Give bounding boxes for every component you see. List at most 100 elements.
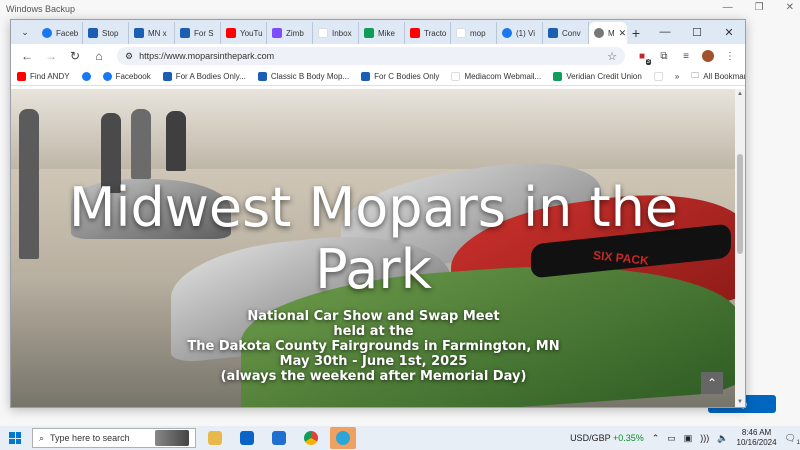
- bookmarks-right: » 🗀All Bookmarks: [675, 70, 745, 84]
- tab-label: (1) Vi: [516, 28, 535, 38]
- mopar-icon: [548, 28, 558, 38]
- profile-avatar[interactable]: [699, 47, 717, 65]
- browser-tab[interactable]: mop: [451, 22, 497, 44]
- folder-icon: 🗀: [691, 70, 700, 80]
- taskbar-backup[interactable]: [330, 427, 356, 449]
- browser-window: ⌄ Faceb Stop MN x For S YouTu Zimb Inbox Mike Tr…: [10, 19, 746, 408]
- scroll-to-top-button[interactable]: ⌃: [701, 372, 723, 394]
- maximize-button[interactable]: ☐: [681, 20, 713, 44]
- tab-label: Inbox: [332, 28, 352, 38]
- close-button[interactable]: ✕: [713, 20, 745, 44]
- start-button[interactable]: [4, 427, 26, 449]
- bookmark-label: Find ANDY: [30, 72, 70, 81]
- volume-icon[interactable]: 🔈: [717, 433, 728, 444]
- google-icon: [456, 28, 466, 38]
- taskbar-store[interactable]: [266, 427, 292, 449]
- close-icon[interactable]: ✕: [786, 2, 794, 13]
- browser-tab[interactable]: Mike: [359, 22, 405, 44]
- notifications-icon[interactable]: 🗨 1: [785, 433, 800, 446]
- hero-line: held at the: [333, 324, 414, 339]
- youtube-icon: [410, 28, 420, 38]
- tab-search-button[interactable]: ⌄: [15, 22, 35, 42]
- bookmark-item[interactable]: For A Bodies Only...: [162, 72, 246, 81]
- chevron-right-icon[interactable]: »: [675, 72, 679, 81]
- tab-label: Stop: [102, 28, 119, 38]
- restore-icon[interactable]: ❐: [755, 2, 764, 13]
- bookmark-item[interactable]: [653, 72, 663, 81]
- bookmark-item[interactable]: [81, 72, 91, 81]
- tab-label: For S: [194, 28, 214, 38]
- browser-tab[interactable]: Inbox: [313, 22, 359, 44]
- folder-icon: [208, 431, 222, 445]
- home-icon: ⌂: [95, 49, 103, 63]
- ticker-widget[interactable]: USD/GBP +0.35%: [570, 433, 644, 443]
- page-scrollbar[interactable]: ▲ ▼: [735, 89, 745, 407]
- youtube-icon: [226, 28, 236, 38]
- search-highlight-image: [155, 430, 189, 446]
- new-tab-button[interactable]: +: [627, 23, 645, 43]
- bookmark-label: Veridian Credit Union: [566, 72, 642, 81]
- extension-icon[interactable]: ■ 3: [633, 47, 651, 65]
- scroll-up-arrow-icon[interactable]: ▲: [735, 89, 745, 99]
- network-icon[interactable]: ▭: [667, 433, 676, 444]
- bookmark-item[interactable]: For C Bodies Only: [361, 72, 439, 81]
- taskbar-outlook[interactable]: [234, 427, 260, 449]
- mopar-icon: [88, 28, 98, 38]
- globe-icon: [594, 28, 604, 38]
- browser-toolbar: ← → ↻ ⌂ ⚙ https://www.moparsinthepark.co…: [11, 44, 745, 68]
- bookmark-item[interactable]: Facebook: [102, 72, 151, 81]
- browser-tab[interactable]: Conv: [543, 22, 589, 44]
- browser-tab[interactable]: Faceb: [37, 22, 83, 44]
- person-figure: [131, 109, 151, 179]
- browser-window-controls: — ☐ ✕: [649, 20, 745, 44]
- bookmark-star-icon[interactable]: ☆: [607, 50, 617, 63]
- bookmarks-list: Find ANDY Facebook For A Bodies Only... Cla…: [17, 72, 663, 81]
- notification-count: 1: [796, 439, 800, 446]
- reading-list-icon[interactable]: ≡: [677, 47, 695, 65]
- browser-tab[interactable]: MN x: [129, 22, 175, 44]
- home-button[interactable]: ⌂: [89, 46, 109, 66]
- chevron-up-icon[interactable]: ⌃: [652, 433, 660, 444]
- taskbar-chrome[interactable]: [298, 427, 324, 449]
- mopar-icon: [134, 28, 144, 38]
- ed-icon: [653, 72, 663, 81]
- wifi-icon[interactable]: ))): [700, 433, 709, 443]
- all-bookmarks-button[interactable]: 🗀All Bookmarks: [691, 70, 745, 84]
- zimbra-icon: [272, 28, 282, 38]
- menu-kebab-icon[interactable]: ⋮: [721, 47, 739, 65]
- bookmark-label: Facebook: [115, 72, 151, 81]
- chevron-down-icon: ⌄: [21, 26, 29, 37]
- back-button[interactable]: ←: [17, 46, 37, 66]
- extensions-puzzle-icon[interactable]: ⧉: [655, 47, 673, 65]
- bookmark-item[interactable]: Classic B Body Mop...: [257, 72, 350, 81]
- browser-tab[interactable]: Zimb: [267, 22, 313, 44]
- display-icon[interactable]: ▣: [684, 433, 693, 444]
- clock[interactable]: 8:46 AM 10/16/2024: [737, 428, 777, 448]
- scrollbar-thumb[interactable]: [737, 154, 743, 254]
- extension-badge: 3: [645, 59, 651, 65]
- veridian-icon: [553, 72, 563, 81]
- browser-tab[interactable]: Tracto: [405, 22, 451, 44]
- bookmark-item[interactable]: Veridian Credit Union: [553, 72, 642, 81]
- sheets-icon: [364, 28, 374, 38]
- taskbar: ⌕ Type here to search USD/GBP +0.35% ⌃ ▭…: [0, 426, 800, 450]
- minimize-button[interactable]: —: [649, 20, 681, 44]
- scroll-down-arrow-icon[interactable]: ▼: [735, 397, 745, 407]
- browser-tab[interactable]: M ✕: [589, 22, 627, 44]
- browser-tab[interactable]: For S: [175, 22, 221, 44]
- site-info-icon[interactable]: ⚙: [125, 51, 133, 62]
- taskbar-file-explorer[interactable]: [202, 427, 228, 449]
- taskbar-search[interactable]: ⌕ Type here to search: [32, 428, 196, 448]
- bookmark-item[interactable]: Find ANDY: [17, 72, 70, 81]
- browser-tab[interactable]: YouTu: [221, 22, 267, 44]
- browser-tab[interactable]: (1) Vi: [497, 22, 543, 44]
- facebook-icon: [502, 28, 512, 38]
- address-bar[interactable]: ⚙ https://www.moparsinthepark.com ☆: [117, 47, 625, 65]
- minimize-icon[interactable]: —: [723, 2, 733, 13]
- forward-button[interactable]: →: [41, 46, 61, 66]
- bookmark-label: Classic B Body Mop...: [270, 72, 350, 81]
- tab-close-icon[interactable]: ✕: [619, 28, 627, 39]
- reload-button[interactable]: ↻: [65, 46, 85, 66]
- browser-tab[interactable]: Stop: [83, 22, 129, 44]
- bookmark-item[interactable]: Mediacom Webmail...: [451, 72, 541, 81]
